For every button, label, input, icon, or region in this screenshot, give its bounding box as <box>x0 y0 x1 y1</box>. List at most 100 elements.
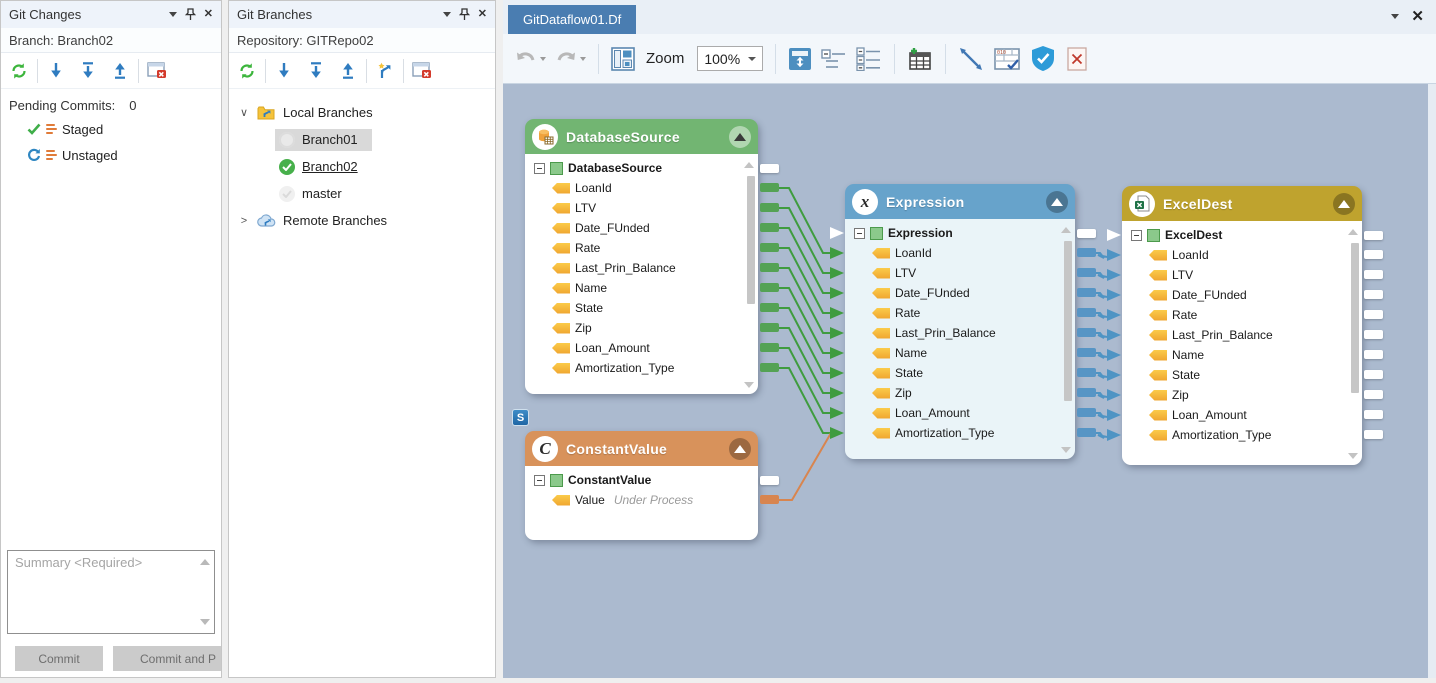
field-row[interactable]: State <box>525 298 758 318</box>
field-output-port[interactable] <box>1077 388 1096 397</box>
root-element-row[interactable]: DatabaseSource <box>525 158 758 178</box>
pull-from-bar-icon[interactable] <box>74 57 102 85</box>
scroll-up-icon[interactable] <box>744 162 754 168</box>
refresh-icon[interactable] <box>233 57 261 85</box>
field-input-arrow[interactable] <box>1107 269 1121 281</box>
scroll-up-icon[interactable] <box>200 559 210 565</box>
database-source-header[interactable]: DatabaseSource <box>525 119 758 154</box>
constant-value-header[interactable]: C ConstantValue <box>525 431 758 466</box>
excel-dest-header[interactable]: ExcelDest <box>1122 186 1362 221</box>
field-row[interactable]: LoanId <box>1122 245 1362 265</box>
field-output-port[interactable] <box>1077 248 1096 257</box>
collapse-node-icon[interactable] <box>1046 191 1068 213</box>
tab-list-caret-icon[interactable] <box>1391 14 1399 19</box>
field-output-port[interactable] <box>760 495 779 504</box>
field-output-port[interactable] <box>1077 268 1096 277</box>
dataflow-link[interactable] <box>1095 433 1107 438</box>
collapse-tree-icon[interactable] <box>534 163 545 174</box>
branch-item-branch02[interactable]: Branch02 <box>229 153 495 180</box>
pull-from-bar-icon[interactable] <box>302 57 330 85</box>
chevron-collapsed-icon[interactable]: > <box>237 215 251 227</box>
dataflow-link[interactable] <box>1095 353 1107 358</box>
new-branch-icon[interactable] <box>371 57 399 85</box>
dataflow-link[interactable] <box>778 433 831 500</box>
field-output-port[interactable] <box>1077 308 1096 317</box>
scroll-up-icon[interactable] <box>1061 227 1071 233</box>
root-element-row[interactable]: ConstantValue <box>525 470 758 490</box>
close-document-icon[interactable]: ✕ <box>1411 9 1424 24</box>
preview-panel-icon[interactable] <box>611 44 635 74</box>
field-input-arrow[interactable] <box>830 267 844 279</box>
field-row[interactable]: LoanId <box>845 243 1075 263</box>
close-panel-icon[interactable]: ✕ <box>204 9 213 20</box>
field-output-port[interactable] <box>760 323 779 332</box>
commit-and-push-button[interactable]: Commit and P <box>113 646 221 671</box>
staged-item[interactable]: Staged <box>1 116 221 142</box>
remote-branches-node[interactable]: > Remote Branches <box>229 207 495 234</box>
data-check-icon[interactable]: 010 <box>993 44 1021 74</box>
field-row[interactable]: Value Under Process <box>525 490 758 510</box>
field-output-port[interactable] <box>1077 428 1096 437</box>
close-panel-icon[interactable]: ✕ <box>478 9 487 20</box>
field-row[interactable]: LTV <box>525 198 758 218</box>
field-row[interactable]: LoanId <box>525 178 758 198</box>
expand-tree-icon[interactable] <box>856 44 882 74</box>
summary-input[interactable] <box>8 551 214 633</box>
field-row[interactable]: Loan_Amount <box>1122 405 1362 425</box>
local-branches-node[interactable]: ∨ Local Branches <box>229 99 495 126</box>
scroll-thumb[interactable] <box>1064 241 1072 401</box>
commit-button[interactable]: Commit <box>15 646 103 671</box>
root-element-row[interactable]: Expression <box>845 223 1075 243</box>
remove-errors-icon[interactable] <box>1065 44 1089 74</box>
field-input-arrow[interactable] <box>1107 429 1121 441</box>
field-input-arrow[interactable] <box>830 327 844 339</box>
scroll-up-icon[interactable] <box>1348 229 1358 235</box>
field-output-port[interactable] <box>760 203 779 212</box>
add-table-icon[interactable] <box>907 44 933 74</box>
scroll-thumb[interactable] <box>747 176 755 304</box>
field-output-port[interactable] <box>760 263 779 272</box>
field-row[interactable]: Rate <box>1122 305 1362 325</box>
field-output-port[interactable] <box>1364 390 1383 399</box>
collapse-tree-icon[interactable] <box>534 475 545 486</box>
field-output-port[interactable] <box>1077 348 1096 357</box>
node-input-arrow[interactable] <box>830 227 844 239</box>
dataflow-link[interactable] <box>1095 273 1107 278</box>
field-input-arrow[interactable] <box>830 247 844 259</box>
field-input-arrow[interactable] <box>1107 389 1121 401</box>
field-row[interactable]: Loan_Amount <box>845 403 1075 423</box>
field-output-port[interactable] <box>760 283 779 292</box>
field-input-arrow[interactable] <box>830 307 844 319</box>
pin-icon[interactable] <box>459 8 470 21</box>
dataflow-link[interactable] <box>1095 293 1107 298</box>
field-row[interactable]: Amortization_Type <box>1122 425 1362 445</box>
auto-layout-icon[interactable] <box>788 44 812 74</box>
field-output-port[interactable] <box>760 183 779 192</box>
shared-action-badge[interactable]: S <box>512 409 529 426</box>
pin-icon[interactable] <box>185 8 196 21</box>
field-row[interactable]: Date_FUnded <box>845 283 1075 303</box>
undo-icon[interactable] <box>515 44 546 74</box>
close-repository-icon[interactable] <box>408 57 436 85</box>
field-row[interactable]: LTV <box>845 263 1075 283</box>
collapse-node-icon[interactable] <box>729 126 751 148</box>
field-input-arrow[interactable] <box>1107 349 1121 361</box>
field-input-arrow[interactable] <box>1107 249 1121 261</box>
dataflow-link[interactable] <box>1095 373 1107 378</box>
close-repository-icon[interactable] <box>143 57 171 85</box>
field-input-arrow[interactable] <box>830 287 844 299</box>
field-output-port[interactable] <box>1077 408 1096 417</box>
field-row[interactable]: Rate <box>845 303 1075 323</box>
field-row[interactable]: Zip <box>525 318 758 338</box>
scroll-thumb[interactable] <box>1351 243 1359 393</box>
field-output-port[interactable] <box>1364 290 1383 299</box>
field-output-port[interactable] <box>1364 250 1383 259</box>
field-row[interactable]: Name <box>1122 345 1362 365</box>
field-row[interactable]: LTV <box>1122 265 1362 285</box>
node-output-port[interactable] <box>1364 231 1383 240</box>
refresh-icon[interactable] <box>5 57 33 85</box>
field-output-port[interactable] <box>760 223 779 232</box>
field-row[interactable]: Date_FUnded <box>1122 285 1362 305</box>
scroll-down-icon[interactable] <box>1061 447 1071 453</box>
node-input-arrow[interactable] <box>1107 229 1121 241</box>
